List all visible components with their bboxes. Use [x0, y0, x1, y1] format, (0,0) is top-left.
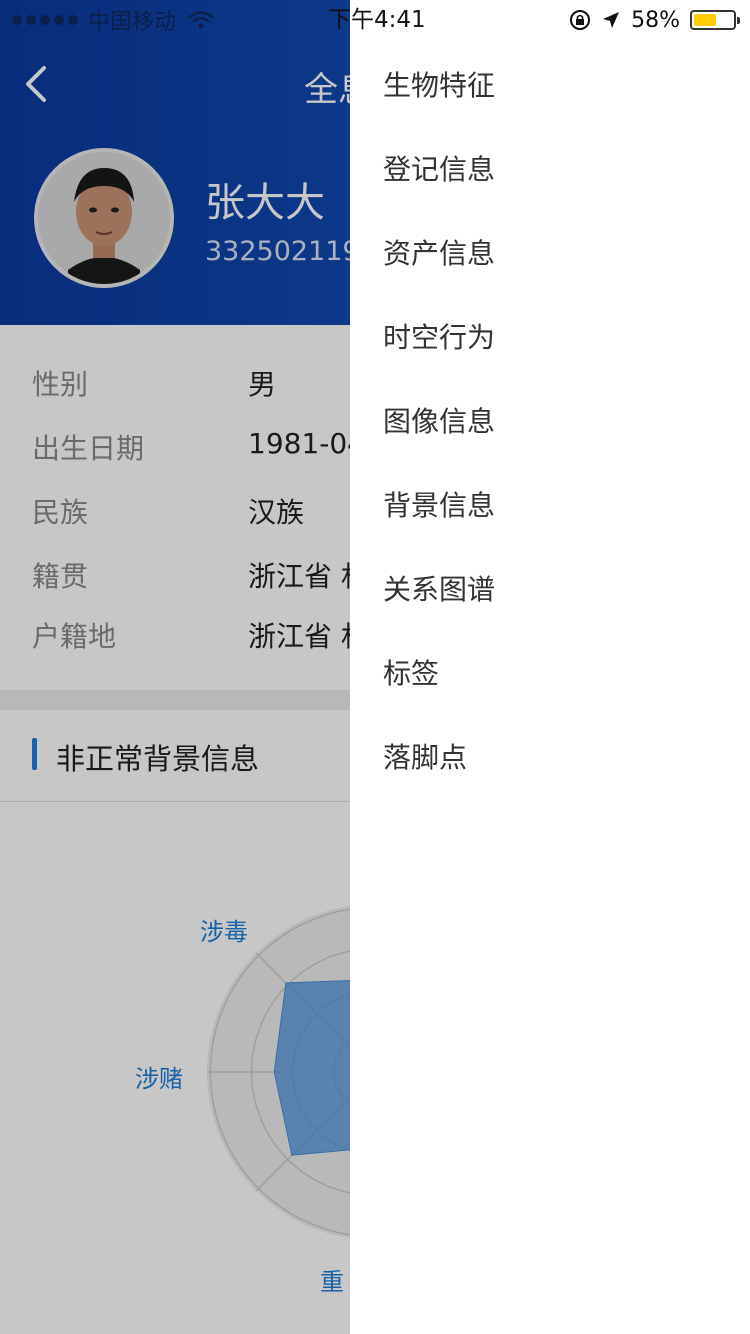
- battery-icon: [690, 10, 740, 30]
- category-drawer: 生物特征 登记信息 资产信息 时空行为 图像信息 背景信息 关系图谱 标签 落脚…: [350, 0, 750, 1334]
- carrier-name: 中国移动: [88, 10, 177, 35]
- location-arrow-icon: [603, 12, 620, 28]
- battery-level-fill: [694, 14, 717, 26]
- drawer-item-assets[interactable]: 资产信息: [383, 224, 743, 284]
- drawer-item-images[interactable]: 图像信息: [383, 392, 743, 452]
- drawer-item-spatiotemporal[interactable]: 时空行为: [383, 308, 743, 368]
- drawer-item-relationship-graph[interactable]: 关系图谱: [383, 560, 743, 620]
- drawer-item-biometrics[interactable]: 生物特征: [383, 56, 743, 116]
- signal-strength-icon: [12, 15, 78, 25]
- drawer-item-tags[interactable]: 标签: [383, 644, 743, 704]
- battery-percent: 58%: [631, 7, 680, 33]
- status-time: 下午4:41: [328, 7, 426, 33]
- drawer-item-stay-points[interactable]: 落脚点: [383, 728, 743, 788]
- drawer-item-background[interactable]: 背景信息: [383, 476, 743, 536]
- status-bar: 中国移动 下午4:41 58%: [0, 0, 750, 40]
- drawer-item-registration[interactable]: 登记信息: [383, 140, 743, 200]
- rotation-lock-icon: [570, 10, 591, 30]
- wifi-icon: [188, 11, 214, 29]
